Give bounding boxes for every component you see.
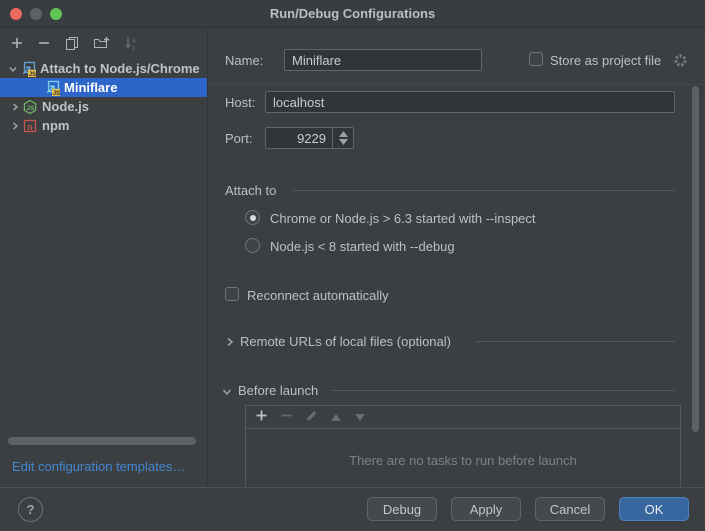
spinner-down-icon xyxy=(339,139,348,145)
help-label: ? xyxy=(27,502,35,517)
radio-node-debug[interactable] xyxy=(245,238,260,253)
minimize-window-button xyxy=(30,8,42,20)
name-input[interactable] xyxy=(284,49,482,71)
add-task-icon[interactable] xyxy=(255,409,268,425)
window-controls xyxy=(10,8,62,20)
port-spinner-buttons[interactable] xyxy=(332,128,353,148)
chevron-down-icon[interactable] xyxy=(6,64,20,74)
name-label: Name: xyxy=(225,53,263,68)
port-input[interactable] xyxy=(266,128,332,148)
nodejs-icon: JS xyxy=(22,99,38,115)
port-stepper xyxy=(265,127,354,149)
apply-button[interactable]: Apply xyxy=(451,497,521,521)
chevron-right-icon[interactable] xyxy=(8,121,22,131)
remote-urls-section-label[interactable]: Remote URLs of local files (optional) xyxy=(240,334,451,349)
radio-node-debug-label[interactable]: Node.js < 8 started with --debug xyxy=(270,239,455,254)
gear-icon[interactable] xyxy=(673,53,688,68)
move-down-icon xyxy=(354,410,366,425)
cancel-button[interactable]: Cancel xyxy=(535,497,605,521)
svg-text:JS: JS xyxy=(29,71,36,76)
close-window-button[interactable] xyxy=(10,8,22,20)
svg-text:JS: JS xyxy=(26,104,35,111)
npm-icon: n xyxy=(22,118,38,134)
edit-configuration-templates-link[interactable]: Edit configuration templates… xyxy=(12,459,185,474)
remove-configuration-icon[interactable] xyxy=(37,36,51,50)
attach-nodejs-icon: JS xyxy=(20,61,36,77)
before-launch-section-label[interactable]: Before launch xyxy=(238,383,318,398)
sidebar-toolbar: az xyxy=(0,31,207,55)
chevron-down-icon[interactable] xyxy=(222,387,232,397)
attach-to-section-label: Attach to xyxy=(225,183,276,198)
remote-urls-section-line xyxy=(475,341,675,342)
port-label: Port: xyxy=(225,131,252,146)
tree-item-attach-to-nodejs-chrome[interactable]: JS Attach to Node.js/Chrome xyxy=(0,59,207,78)
edit-task-icon xyxy=(305,409,318,425)
store-as-project-file-label: Store as project file xyxy=(550,53,661,68)
sort-configurations-icon: az xyxy=(123,35,139,51)
tree-item-nodejs[interactable]: JS Node.js xyxy=(0,97,207,116)
attach-nodejs-icon: JS xyxy=(44,80,60,96)
configurations-tree: JS Attach to Node.js/Chrome JS Miniflare… xyxy=(0,59,207,135)
before-launch-panel: There are no tasks to run before launch xyxy=(245,405,681,488)
no-tasks-message: There are no tasks to run before launch xyxy=(246,453,680,468)
dialog-title: Run/Debug Configurations xyxy=(270,6,435,21)
dialog-footer: ? Debug Apply Cancel OK xyxy=(0,487,705,531)
tree-item-label: Node.js xyxy=(42,99,89,114)
remove-task-icon xyxy=(280,409,293,425)
attach-to-section-line xyxy=(293,190,675,191)
reconnect-automatically-checkbox[interactable] xyxy=(225,287,239,301)
host-input[interactable] xyxy=(265,91,675,113)
debug-button[interactable]: Debug xyxy=(367,497,437,521)
tree-item-miniflare[interactable]: JS Miniflare xyxy=(0,78,207,97)
tree-item-label: Attach to Node.js/Chrome xyxy=(40,61,200,76)
header-divider xyxy=(209,84,705,85)
before-launch-toolbar xyxy=(246,406,680,429)
reconnect-automatically-label[interactable]: Reconnect automatically xyxy=(247,288,389,303)
radio-chrome-or-node-inspect-label[interactable]: Chrome or Node.js > 6.3 started with --i… xyxy=(270,211,536,226)
new-folder-icon[interactable] xyxy=(93,35,110,51)
help-button[interactable]: ? xyxy=(18,497,43,522)
chevron-right-icon[interactable] xyxy=(8,102,22,112)
configurations-sidebar: az JS Attach to Node.js/Chrome JS Minifl… xyxy=(0,29,208,487)
add-configuration-icon[interactable] xyxy=(10,36,24,50)
copy-configuration-icon[interactable] xyxy=(64,35,80,51)
tree-item-npm[interactable]: n npm xyxy=(0,116,207,135)
spinner-up-icon xyxy=(339,131,348,137)
content-vertical-scrollbar[interactable] xyxy=(692,86,699,432)
configuration-form: Name: Store as project file Host: Port: … xyxy=(209,29,705,487)
footer-buttons: Debug Apply Cancel OK xyxy=(367,497,689,521)
dialog-titlebar: Run/Debug Configurations xyxy=(0,0,705,28)
ok-button[interactable]: OK xyxy=(619,497,689,521)
zoom-window-button[interactable] xyxy=(50,8,62,20)
store-as-project-file-checkbox[interactable] xyxy=(529,52,543,66)
radio-chrome-or-node-inspect[interactable] xyxy=(245,210,260,225)
tree-item-label: Miniflare xyxy=(64,80,117,95)
host-label: Host: xyxy=(225,95,255,110)
svg-text:JS: JS xyxy=(53,90,60,95)
move-up-icon xyxy=(330,410,342,425)
svg-text:z: z xyxy=(132,45,135,52)
sidebar-horizontal-scrollbar[interactable] xyxy=(8,437,196,445)
before-launch-section-line xyxy=(331,390,675,391)
tree-item-label: npm xyxy=(42,118,69,133)
chevron-right-icon[interactable] xyxy=(225,337,235,347)
svg-text:a: a xyxy=(132,37,136,44)
svg-text:n: n xyxy=(27,121,33,131)
